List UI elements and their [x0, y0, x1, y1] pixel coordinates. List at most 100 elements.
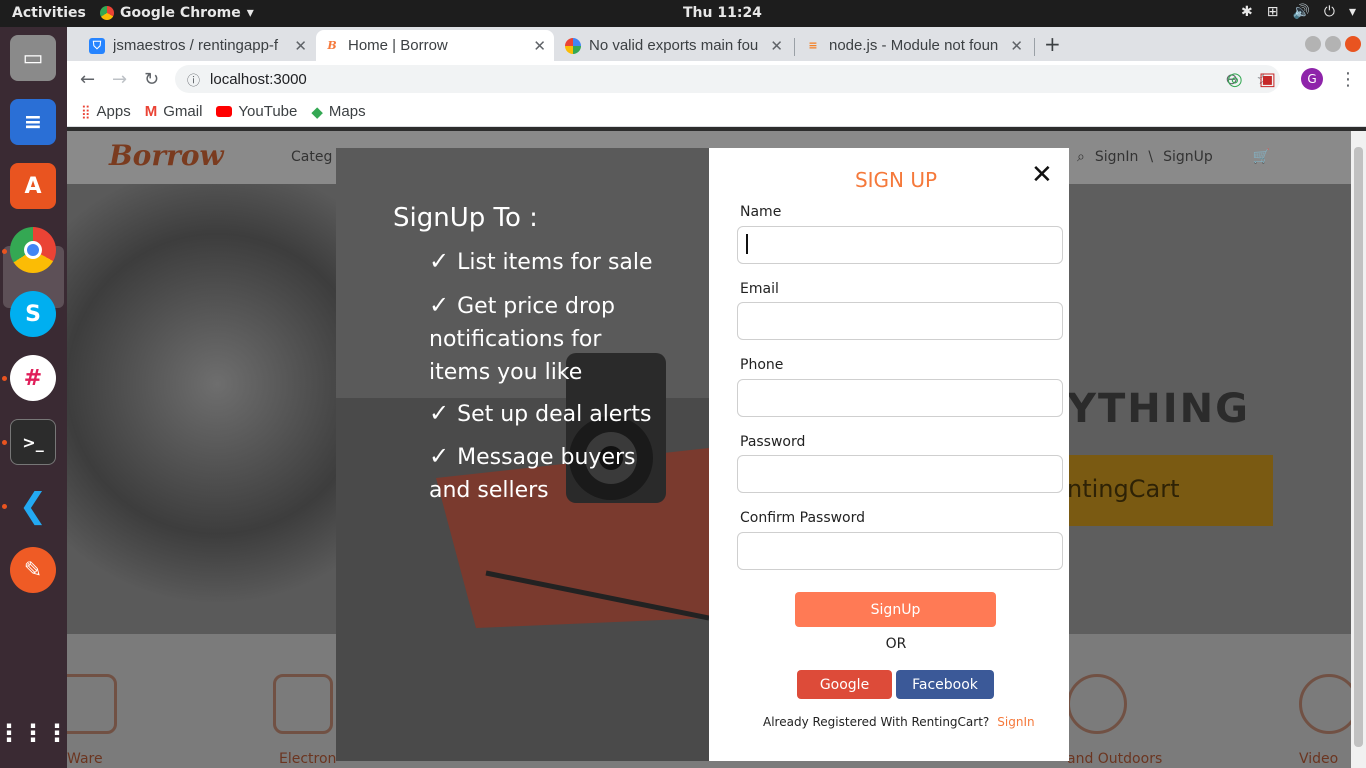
scrollbar-thumb[interactable] [1354, 147, 1363, 747]
hero-cta-button[interactable]: ntingCart [1047, 455, 1273, 526]
signup-promo-panel: SignUp To : ✓ List items for sale ✓ Get pr… [336, 148, 709, 761]
page-scrollbar[interactable] [1351, 131, 1366, 768]
header-signup-link[interactable]: SignUp [1163, 149, 1213, 165]
bookmark-apps[interactable]: ⣿ Apps [81, 103, 131, 120]
hero-headline: YTHING [1067, 386, 1250, 432]
files-icon[interactable]: ▭ [10, 35, 56, 81]
forward-arrow-icon[interactable]: → [112, 69, 127, 90]
already-registered-text: Already Registered With RentingCart? Sign… [763, 715, 1035, 729]
bookmarks-bar: ⣿ Apps M Gmail YouTube ◆ Maps [67, 97, 1366, 127]
site-logo[interactable]: Borrow [109, 139, 224, 172]
slack-icon[interactable]: # [10, 355, 56, 401]
vscode-icon[interactable]: ❮ [10, 483, 56, 529]
checkmark-icon: ✓ [429, 399, 450, 427]
bookmark-gmail[interactable]: M Gmail [145, 103, 203, 120]
info-icon[interactable]: ⓘ [187, 70, 200, 89]
name-input[interactable] [737, 226, 1063, 264]
tab-bitbucket[interactable]: ⛉ jsmaestros / rentingapp-f ✕ [81, 30, 315, 61]
app-name: Google Chrome [120, 5, 241, 21]
promo-item: ✓ List items for sale [429, 245, 669, 279]
bookmark-youtube[interactable]: YouTube [216, 103, 297, 120]
promo-item-text: Get price drop notifications for items y… [429, 294, 616, 385]
name-label: Name [740, 204, 782, 220]
maximize-button[interactable] [1325, 36, 1341, 52]
system-tray[interactable]: ✱ ⊞ 🔊 ⏻ ▾ [1241, 4, 1356, 20]
address-bar[interactable]: ⓘ localhost:3000 ⊖ ☆ [175, 65, 1280, 93]
electronics-icon[interactable] [273, 674, 333, 734]
tab-borrow-home[interactable]: B Home | Borrow ✕ [316, 30, 554, 61]
new-tab-button[interactable]: + [1044, 32, 1061, 56]
tab-title: node.js - Module not foun [829, 37, 999, 54]
signup-title: SIGN UP [854, 168, 938, 192]
category-label[interactable]: Electron [279, 751, 336, 767]
close-icon[interactable]: ✕ [1010, 37, 1023, 55]
tab-separator [794, 38, 795, 56]
minimize-button[interactable] [1305, 36, 1321, 52]
header-separator: \ [1148, 149, 1154, 165]
youtube-icon [216, 106, 233, 117]
tab-title: Home | Borrow [348, 37, 448, 54]
slack-tray-icon[interactable]: ✱ [1241, 4, 1253, 20]
volume-icon[interactable]: 🔊 [1292, 4, 1309, 20]
header-signin-link[interactable]: SignIn [1095, 149, 1139, 165]
extension-icon[interactable]: ◎ [1227, 69, 1243, 90]
stackoverflow-icon: ≡ [808, 39, 818, 52]
gamepad-icon[interactable] [1299, 674, 1351, 734]
tab-google-search[interactable]: No valid exports main fou ✕ [557, 30, 791, 61]
phone-label: Phone [740, 357, 784, 373]
outdoors-icon[interactable] [1067, 674, 1127, 734]
app-menu[interactable]: Google Chrome ▾ [100, 5, 254, 21]
category-label[interactable]: and Outdoors [1067, 751, 1162, 767]
window-close-button[interactable] [1345, 36, 1361, 52]
skype-icon[interactable]: S [10, 291, 56, 337]
tab-title: No valid exports main fou [589, 37, 759, 54]
browser-toolbar: ← → ↻ ⓘ localhost:3000 ⊖ ☆ ◎ ▣ G ⋮ [67, 61, 1366, 97]
menu-kebab-icon[interactable]: ⋮ [1339, 69, 1357, 90]
category-label[interactable]: Video [1299, 751, 1338, 767]
cart-icon[interactable]: 🛒 [1253, 149, 1270, 165]
signup-submit-button[interactable]: SignUp [795, 592, 996, 627]
email-input[interactable] [737, 302, 1063, 340]
url-text: localhost:3000 [210, 70, 307, 88]
phone-input[interactable] [737, 379, 1063, 417]
promo-title: SignUp To : [393, 203, 538, 233]
writer-icon[interactable]: ≡ [10, 99, 56, 145]
clock[interactable]: Thu 11:24 [683, 5, 762, 21]
password-input[interactable] [737, 455, 1063, 493]
chrome-dock-icon[interactable] [10, 227, 56, 273]
extension-icon[interactable]: ▣ [1259, 69, 1276, 90]
category-label[interactable]: Ware [67, 751, 103, 767]
nav-categories[interactable]: Categ [291, 149, 332, 165]
profile-avatar[interactable]: G [1301, 68, 1323, 90]
close-icon[interactable]: ✕ [533, 37, 546, 55]
reload-icon[interactable]: ↻ [144, 69, 159, 90]
network-icon[interactable]: ⊞ [1267, 4, 1279, 20]
tab-stackoverflow[interactable]: ≡ node.js - Module not foun ✕ [797, 30, 1031, 61]
or-divider: OR [885, 636, 907, 652]
chevron-down-icon[interactable]: ▾ [1349, 4, 1356, 20]
close-icon[interactable]: ✕ [770, 37, 783, 55]
bookmark-maps[interactable]: ◆ Maps [311, 103, 365, 121]
checkmark-icon: ✓ [429, 247, 450, 275]
signup-modal: SIGN UP ✕ Name Email Phone Password Conf… [709, 148, 1069, 761]
postman-icon[interactable]: ✎ [10, 547, 56, 593]
facebook-signup-button[interactable]: Facebook [896, 670, 994, 699]
chrome-icon [100, 6, 114, 20]
kitchenware-icon[interactable] [67, 674, 117, 734]
confirm-password-input[interactable] [737, 532, 1063, 570]
close-icon[interactable]: ✕ [1031, 160, 1053, 190]
search-icon[interactable]: ⌕ [1077, 149, 1085, 165]
activities-button[interactable]: Activities [12, 5, 86, 21]
show-apps-icon[interactable]: ⋮⋮⋮ [0, 710, 69, 756]
terminal-icon[interactable]: >_ [10, 419, 56, 465]
bookmark-label: YouTube [238, 103, 298, 120]
power-icon[interactable]: ⏻ [1324, 4, 1335, 20]
software-center-icon[interactable]: A [10, 163, 56, 209]
signin-link[interactable]: SignIn [997, 715, 1034, 729]
password-label: Password [740, 434, 806, 450]
promo-item: ✓ Set up deal alerts [429, 397, 669, 431]
back-arrow-icon[interactable]: ← [80, 69, 95, 90]
promo-item: ✓ Message buyers and sellers [429, 440, 669, 507]
google-signup-button[interactable]: Google [797, 670, 892, 699]
close-icon[interactable]: ✕ [294, 37, 307, 55]
